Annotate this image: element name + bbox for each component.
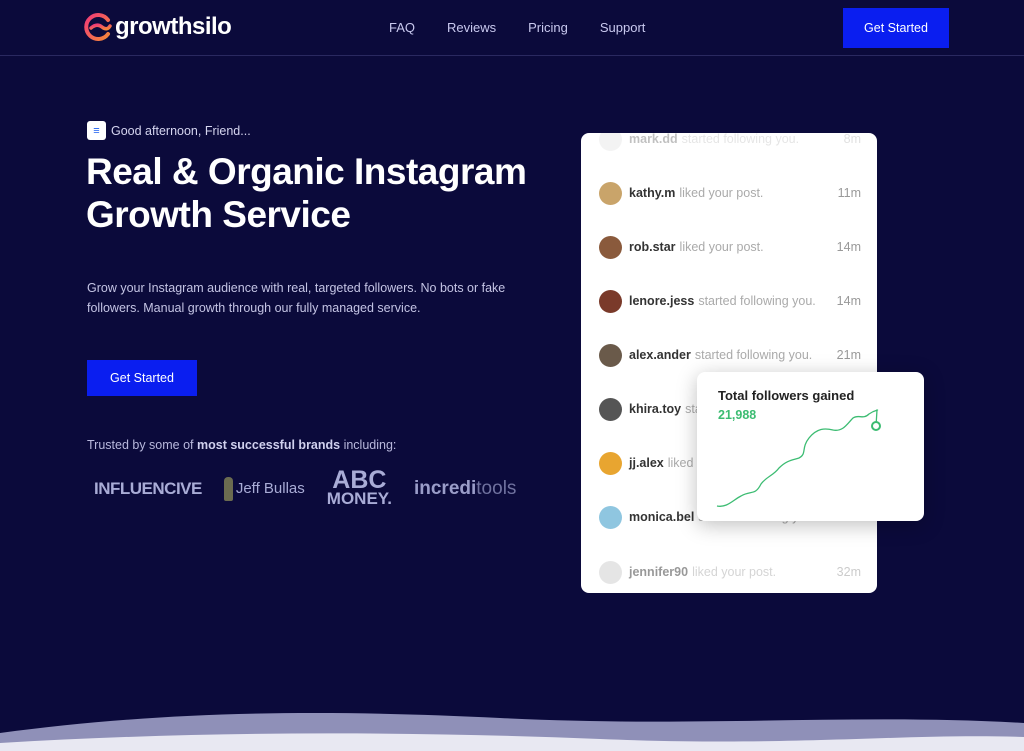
growthsilo-logo-icon [84, 13, 112, 41]
brand-logos: INFLUENCIVE Jeff Bullas ABC MONEY. incred… [94, 468, 516, 508]
money-text: MONEY. [326, 489, 392, 508]
trust-prefix: Trusted by some of [87, 438, 197, 452]
notification-time: 32m [836, 565, 861, 579]
jeff-bullas-text: Jeff Bullas [235, 480, 305, 497]
nav-support[interactable]: Support [600, 20, 646, 35]
tools-text: tools [476, 477, 517, 499]
nav-reviews[interactable]: Reviews [447, 20, 496, 35]
trust-suffix: including: [340, 438, 397, 452]
followers-stat-card: Total followers gained 21,988 [697, 372, 924, 521]
avatar [599, 235, 622, 259]
menu-lines-icon: ≡ [87, 121, 106, 140]
notification-action: liked your post. [679, 186, 764, 200]
notification-user: lenore.jess [629, 294, 695, 308]
hero-get-started-button[interactable]: Get Started [87, 360, 197, 396]
notification-item: rob.star liked your post. 14m [599, 234, 861, 260]
notification-action: started following you. [681, 133, 800, 146]
notification-action: liked your post. [679, 240, 764, 254]
trusted-by-text: Trusted by some of most successful brand… [87, 438, 396, 452]
notification-user: jj.alex [629, 456, 664, 470]
greeting-text: Good afternoon, Friend... [111, 123, 251, 138]
notification-user: monica.bel [629, 510, 695, 524]
notification-user: khira.toy [629, 402, 682, 416]
nav-get-started-button[interactable]: Get Started [843, 8, 949, 48]
notification-feed: mark.dd started following you. 8m kathy.m li… [581, 133, 877, 593]
avatar [599, 133, 622, 151]
top-nav: growthsilo FAQ Reviews Pricing Support G… [0, 0, 1024, 56]
notification-time: 11m [837, 186, 861, 200]
page-title: Real & Organic Instagram Growth Service [86, 151, 527, 235]
avatar [599, 343, 622, 367]
notification-user: kathy.m [629, 186, 676, 200]
notification-time: 21m [836, 348, 861, 362]
avatar [599, 397, 622, 421]
incredi-text: incredi [413, 477, 477, 499]
notification-user: rob.star [629, 240, 676, 254]
bottom-wave [0, 713, 1024, 751]
trust-bold: most successful brands [197, 438, 341, 452]
notification-item: kathy.m liked your post. 11m [599, 180, 861, 206]
avatar [599, 289, 622, 313]
nav-faq[interactable]: FAQ [389, 20, 415, 35]
notification-item: jennifer90 liked your post. 32m [599, 559, 861, 585]
followers-growth-line [716, 409, 881, 507]
brand-increditools: increditools [414, 478, 516, 500]
brand-jeff-bullas: Jeff Bullas [223, 476, 305, 501]
endpoint-marker [871, 421, 881, 431]
avatar [599, 505, 622, 529]
avatar [599, 451, 622, 475]
notification-item: mark.dd started following you. 8m [599, 133, 861, 152]
greeting: ≡ Good afternoon, Friend... [87, 121, 251, 140]
avatar [599, 181, 622, 205]
notification-item: lenore.jess started following you. 14m [599, 288, 861, 314]
notification-user: jennifer90 [629, 565, 689, 579]
brand-name: growthsilo [115, 13, 232, 40]
notification-user: alex.ander [629, 348, 691, 362]
hero-description: Grow your Instagram audience with real, … [87, 281, 506, 315]
notification-action: liked your post. [692, 565, 777, 579]
notification-time: 14m [836, 240, 861, 254]
logo[interactable]: growthsilo [82, 12, 232, 42]
person-icon [223, 476, 233, 501]
notification-time: 8m [843, 133, 861, 146]
brand-abc-money: ABC MONEY. [326, 468, 392, 508]
notification-user: mark.dd [629, 133, 678, 146]
notification-item: alex.ander started following you. 21m [599, 342, 861, 368]
notification-time: 14m [836, 294, 861, 308]
notification-action: started following you. [698, 294, 816, 308]
avatar [599, 560, 622, 584]
nav-pricing[interactable]: Pricing [528, 20, 568, 35]
notification-action: started following you. [694, 348, 813, 362]
brand-influencive: INFLUENCIVE [94, 478, 202, 498]
